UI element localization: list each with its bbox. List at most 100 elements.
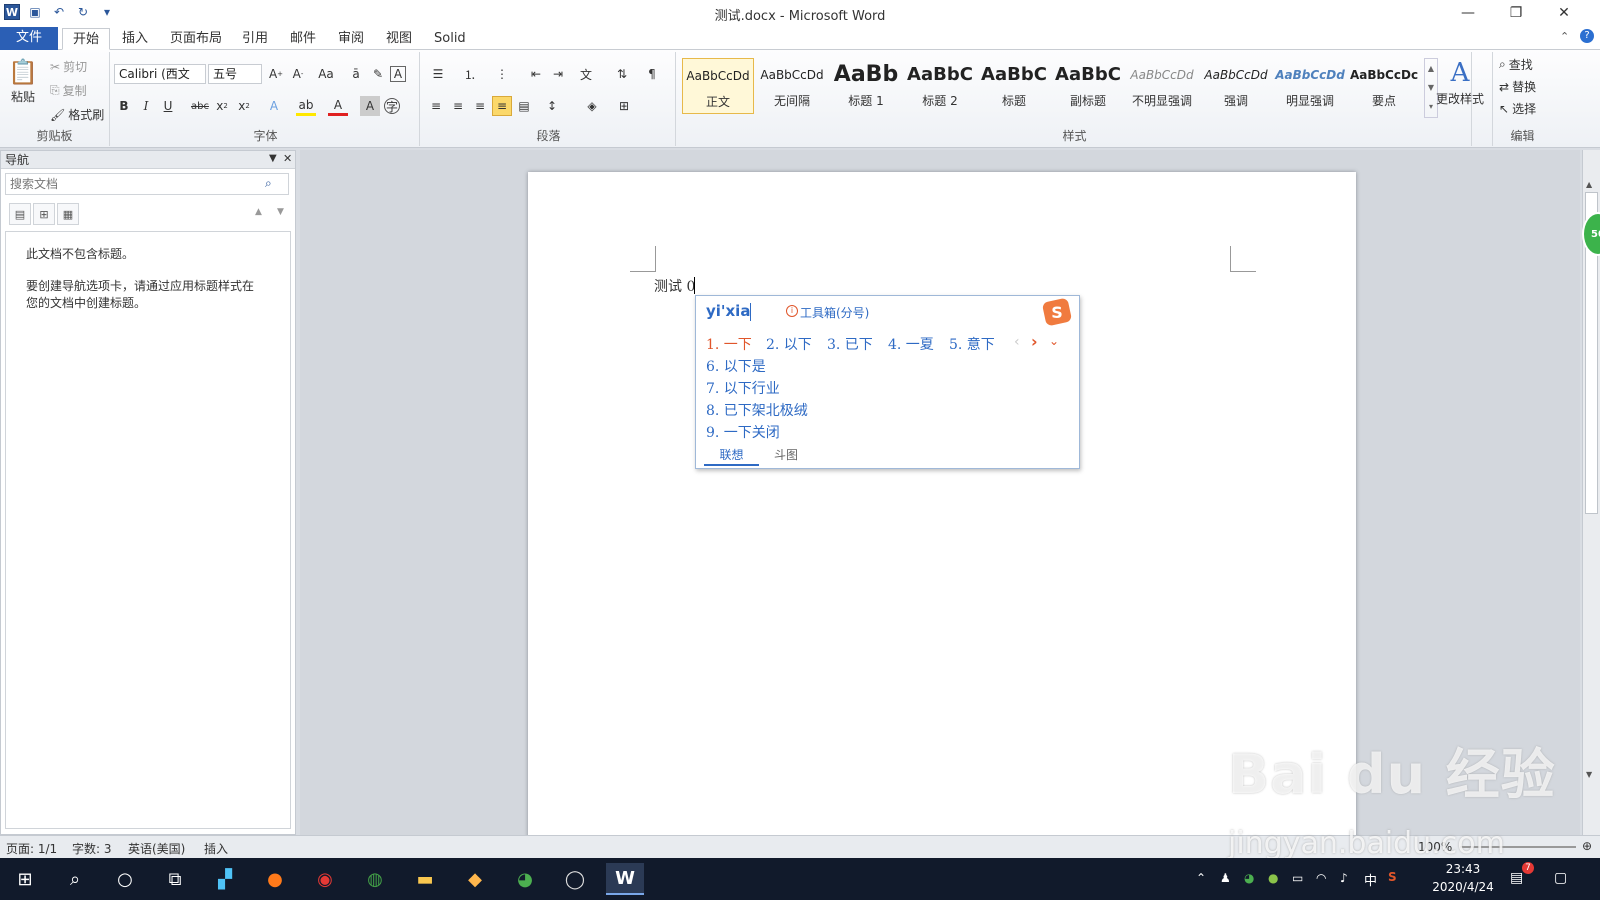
tab-solid[interactable]: Solid [424, 28, 476, 50]
ime-candidate[interactable]: 7. 以下行业 [706, 378, 780, 398]
align-right-icon[interactable]: ≡ [470, 96, 490, 116]
minimize-button[interactable]: — [1444, 0, 1492, 26]
ime-candidate[interactable]: 1. 一下 [706, 334, 752, 354]
bullets-icon[interactable]: ☰ [428, 64, 448, 84]
clock-date[interactable]: 2020/4/24 [1428, 880, 1498, 894]
app-tiles-icon[interactable]: ▞ [206, 863, 244, 895]
wechat-tray-icon[interactable]: ◕ [1244, 871, 1254, 885]
search-icon[interactable]: ⌕ [56, 863, 94, 895]
shrink-font-icon[interactable]: A- [288, 64, 308, 84]
tab-references[interactable]: 引用 [232, 28, 278, 50]
nav-pane-menu-icon[interactable]: ▼ [269, 153, 277, 164]
find-button[interactable]: ⌕ 查找 [1499, 56, 1533, 73]
style-emphasis[interactable]: AaBbCcDd 强调 [1200, 58, 1272, 114]
clock-time[interactable]: 23:43 [1428, 862, 1498, 876]
chinese-layout-icon[interactable]: 文 [576, 64, 596, 84]
firefox-icon[interactable]: ● [256, 863, 294, 895]
document-text[interactable]: 测试 0 [654, 276, 695, 296]
wifi-icon[interactable]: ◠ [1316, 871, 1326, 885]
nav-headings-tab-icon[interactable]: ▤ [9, 203, 31, 225]
ime-tab-doutu[interactable]: 斗图 [764, 446, 808, 466]
ime-tab-association[interactable]: 联想 [704, 446, 759, 466]
format-painter-button[interactable]: 🖌 格式刷 [50, 106, 104, 123]
justify-icon[interactable]: ≡ [492, 96, 512, 116]
ime-expand-icon[interactable]: ⌄ [1049, 334, 1059, 348]
cortana-icon[interactable]: ○ [106, 863, 144, 895]
wechat-icon[interactable]: ◕ [506, 863, 544, 895]
page-count[interactable]: 页面: 1/1 [6, 840, 57, 857]
highlight-icon[interactable]: ab [296, 96, 316, 116]
decrease-indent-icon[interactable]: ⇤ [526, 64, 546, 84]
copy-button[interactable]: ⎘ 复制 [50, 82, 87, 99]
qq-tray-icon[interactable]: ♟ [1220, 871, 1231, 885]
insert-mode[interactable]: 插入 [204, 840, 228, 857]
app-icon[interactable]: ◯ [556, 863, 594, 895]
ime-prev-page-icon[interactable]: ‹ [1014, 334, 1020, 350]
tab-mailings[interactable]: 邮件 [280, 28, 326, 50]
nav-pages-tab-icon[interactable]: ⊞ [33, 203, 55, 225]
ime-next-page-icon[interactable]: › [1031, 332, 1038, 351]
phonetic-guide-icon[interactable]: ā [346, 64, 366, 84]
style-subtle-emphasis[interactable]: AaBbCcDd 不明显强调 [1126, 58, 1198, 114]
align-center-icon[interactable]: ≡ [448, 96, 468, 116]
file-explorer-icon[interactable]: ▬ [406, 863, 444, 895]
minimize-ribbon-icon[interactable]: ⌃ [1560, 30, 1569, 43]
notification-icon[interactable]: ▤ [1510, 870, 1523, 886]
help-icon[interactable]: ? [1580, 29, 1594, 43]
select-button[interactable]: ↖ 选择 [1499, 100, 1536, 117]
style-strong[interactable]: AaBbCcDc 要点 [1348, 58, 1420, 114]
font-size-box[interactable]: 五号 [208, 64, 262, 84]
tab-review[interactable]: 审阅 [328, 28, 374, 50]
increase-indent-icon[interactable]: ⇥ [548, 64, 568, 84]
ime-candidate[interactable]: 5. 意下 [949, 334, 995, 354]
nav-up-icon[interactable]: ▲ [255, 207, 262, 217]
tray-app-icon[interactable]: ● [1268, 871, 1278, 885]
distributed-icon[interactable]: ▤ [514, 96, 534, 116]
tab-page-layout[interactable]: 页面布局 [160, 28, 232, 50]
enclose-char-icon[interactable]: 字 [384, 98, 400, 114]
text-effect-icon[interactable]: A [264, 96, 284, 116]
nav-search-input[interactable]: 搜索文档 [5, 173, 289, 195]
zoom-in-icon[interactable]: ⊕ [1582, 839, 1592, 853]
style-normal[interactable]: AaBbCcDd 正文 [682, 58, 754, 114]
sogou-tray-icon[interactable]: S [1388, 870, 1397, 884]
subscript-icon[interactable]: x2 [212, 96, 232, 116]
ime-lang-indicator[interactable]: 中 [1364, 870, 1377, 889]
search-icon[interactable]: ⌕ [265, 176, 272, 191]
superscript-icon[interactable]: x2 [234, 96, 254, 116]
line-spacing-icon[interactable]: ↕ [542, 96, 562, 116]
word-count[interactable]: 字数: 3 [72, 840, 112, 857]
grow-font-icon[interactable]: A + [266, 64, 286, 84]
close-button[interactable]: ✕ [1540, 0, 1588, 26]
ime-candidate[interactable]: 9. 一下关闭 [706, 422, 780, 442]
ime-candidate[interactable]: 2. 以下 [766, 334, 812, 354]
borders-icon[interactable]: ⊞ [614, 96, 634, 116]
ime-candidate[interactable]: 3. 已下 [827, 334, 873, 354]
replace-button[interactable]: ⇄ 替换 [1499, 78, 1536, 95]
restore-button[interactable]: ❐ [1492, 0, 1540, 26]
volume-icon[interactable]: ♪ [1340, 871, 1348, 885]
scroll-up-icon[interactable]: ▲ [1586, 180, 1592, 189]
nav-down-icon[interactable]: ▼ [277, 207, 284, 217]
show-marks-icon[interactable]: ¶ [642, 64, 662, 84]
style-intense-emphasis[interactable]: AaBbCcDd 明显强调 [1274, 58, 1346, 114]
style-subtitle[interactable]: AaBbC 副标题 [1052, 58, 1124, 114]
font-color-icon[interactable]: A [328, 96, 348, 116]
sort-icon[interactable]: ⇅ [612, 64, 632, 84]
cut-button[interactable]: ✂ 剪切 [50, 58, 87, 75]
style-heading-1[interactable]: AaBb 标题 1 [830, 58, 902, 114]
tab-insert[interactable]: 插入 [112, 28, 158, 50]
browser-360-icon[interactable]: ◍ [356, 863, 394, 895]
toolbox-icon[interactable]: i [786, 305, 798, 317]
underline-icon[interactable]: U [158, 96, 178, 116]
char-border-icon[interactable]: A [390, 66, 406, 82]
nav-pane-close-icon[interactable]: ✕ [283, 152, 292, 165]
ime-candidate[interactable]: 6. 以下是 [706, 356, 766, 376]
font-name-box[interactable]: Calibri (西文 [114, 64, 206, 84]
shading-icon[interactable]: ◈ [582, 96, 602, 116]
italic-icon[interactable]: I [136, 96, 156, 116]
char-shading-icon[interactable]: A [360, 96, 380, 116]
change-case-icon[interactable]: Aa [316, 64, 336, 84]
app-store-icon[interactable]: ◆ [456, 863, 494, 895]
chrome-icon[interactable]: ◉ [306, 863, 344, 895]
